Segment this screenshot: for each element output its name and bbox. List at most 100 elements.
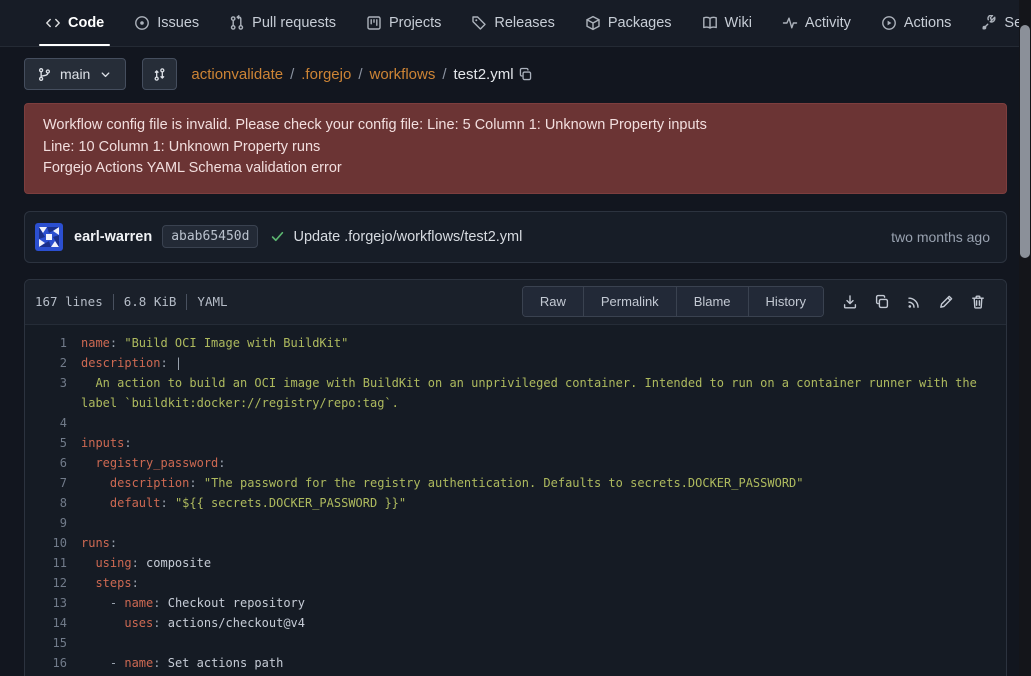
code-line: 2description: | (25, 353, 1006, 373)
copy-path-button[interactable] (518, 67, 533, 82)
line-content: steps: (81, 573, 1006, 593)
rss-icon (906, 294, 922, 310)
breadcrumb-separator: / (358, 66, 362, 83)
file-line-count: 167 lines (35, 294, 103, 309)
code-view: 1name: "Build OCI Image with BuildKit"2d… (25, 325, 1006, 676)
download-button[interactable] (834, 288, 866, 316)
tab-pull-requests[interactable]: Pull requests (219, 0, 346, 46)
issue-icon (134, 15, 150, 31)
code-line: 3 An action to build an OCI image with B… (25, 373, 1006, 413)
line-number[interactable]: 11 (25, 553, 81, 573)
pulse-icon (782, 15, 798, 31)
line-number[interactable]: 2 (25, 353, 81, 373)
book-icon (702, 15, 718, 31)
blame-button[interactable]: Blame (677, 287, 749, 316)
package-icon (585, 15, 601, 31)
line-number[interactable]: 12 (25, 573, 81, 593)
commit-status-check-icon[interactable] (270, 229, 285, 244)
tab-packages[interactable]: Packages (575, 0, 682, 46)
line-content (81, 633, 1006, 653)
branch-name: main (60, 66, 90, 82)
tab-issues[interactable]: Issues (124, 0, 209, 46)
line-number[interactable]: 9 (25, 513, 81, 533)
copy-button[interactable] (866, 288, 898, 316)
scrollbar-thumb[interactable] (1020, 25, 1030, 258)
branch-selector-button[interactable]: main (24, 58, 126, 90)
project-icon (366, 15, 382, 31)
breadcrumb-segment[interactable]: .forgejo (301, 66, 351, 83)
error-line: Line: 10 Column 1: Unknown Property runs (43, 137, 988, 159)
file-language: YAML (197, 294, 227, 309)
commit-message[interactable]: Update .forgejo/workflows/test2.yml (293, 229, 522, 245)
code-line: 14 uses: actions/checkout@v4 (25, 613, 1006, 633)
commit-sha-badge[interactable]: abab65450d (162, 225, 258, 248)
file-view-buttons: RawPermalinkBlameHistory (522, 286, 824, 317)
pull-request-icon (229, 15, 245, 31)
edit-button[interactable] (930, 288, 962, 316)
chevron-down-icon (98, 67, 113, 82)
line-number[interactable]: 5 (25, 433, 81, 453)
code-line: 6 registry_password: (25, 453, 1006, 473)
tag-icon (471, 15, 487, 31)
meta-divider (186, 294, 187, 310)
line-content: uses: actions/checkout@v4 (81, 613, 1006, 633)
avatar[interactable] (35, 223, 63, 251)
breadcrumb-segment[interactable]: actionvalidate (191, 66, 283, 83)
tab-label: Pull requests (252, 15, 336, 31)
settings-icon (981, 15, 997, 31)
line-number[interactable]: 8 (25, 493, 81, 513)
line-number[interactable]: 17 (25, 673, 81, 676)
line-number[interactable]: 1 (25, 333, 81, 353)
tab-label: Issues (157, 15, 199, 31)
tab-activity[interactable]: Activity (772, 0, 861, 46)
line-number[interactable]: 16 (25, 653, 81, 673)
code-line: 7 description: "The password for the reg… (25, 473, 1006, 493)
tab-label: Code (68, 15, 104, 31)
breadcrumb-separator: / (290, 66, 294, 83)
tab-releases[interactable]: Releases (461, 0, 564, 46)
permalink-button[interactable]: Permalink (584, 287, 677, 316)
meta-divider (113, 294, 114, 310)
play-circle-icon (881, 15, 897, 31)
tab-code[interactable]: Code (35, 0, 114, 46)
breadcrumb: actionvalidate/.forgejo/workflows/test2.… (191, 66, 513, 83)
code-line: 8 default: "${{ secrets.DOCKER_PASSWORD … (25, 493, 1006, 513)
repo-tab-bar: Code Issues Pull requests Projects Releases P… (0, 0, 1031, 47)
line-content: description: | (81, 353, 1006, 373)
line-content: - name: Set actions path (81, 653, 1006, 673)
line-number[interactable]: 4 (25, 413, 81, 433)
rss-button[interactable] (898, 288, 930, 316)
commit-author[interactable]: earl-warren (74, 229, 152, 245)
line-number[interactable]: 15 (25, 633, 81, 653)
code-line: 16 - name: Set actions path (25, 653, 1006, 673)
tab-label: Packages (608, 15, 672, 31)
line-number[interactable]: 13 (25, 593, 81, 613)
line-content (81, 513, 1006, 533)
edit-icon (938, 294, 954, 310)
tab-label: Activity (805, 15, 851, 31)
breadcrumb-segment: test2.yml (454, 66, 514, 83)
tab-label: Projects (389, 15, 441, 31)
line-content: using: composite (81, 553, 1006, 573)
code-line: 13 - name: Checkout repository (25, 593, 1006, 613)
line-number[interactable]: 3 (25, 373, 81, 413)
line-number[interactable]: 10 (25, 533, 81, 553)
line-content: shell: bash (81, 673, 1006, 676)
code-line: 11 using: composite (25, 553, 1006, 573)
compare-button[interactable] (142, 58, 177, 90)
line-number[interactable]: 14 (25, 613, 81, 633)
history-button[interactable]: History (749, 287, 823, 316)
line-content: - name: Checkout repository (81, 593, 1006, 613)
line-number[interactable]: 6 (25, 453, 81, 473)
scrollbar-track[interactable] (1019, 0, 1031, 676)
delete-button[interactable] (962, 288, 994, 316)
line-number[interactable]: 7 (25, 473, 81, 493)
tab-actions[interactable]: Actions (871, 0, 962, 46)
breadcrumb-segment[interactable]: workflows (369, 66, 435, 83)
breadcrumb-row: main actionvalidate/.forgejo/workflows/t… (24, 58, 1007, 90)
tab-projects[interactable]: Projects (356, 0, 451, 46)
latest-commit-bar: earl-warren abab65450d Update .forgejo/w… (24, 211, 1007, 263)
page-content: main actionvalidate/.forgejo/workflows/t… (0, 58, 1031, 676)
tab-wiki[interactable]: Wiki (692, 0, 762, 46)
raw-button[interactable]: Raw (523, 287, 584, 316)
